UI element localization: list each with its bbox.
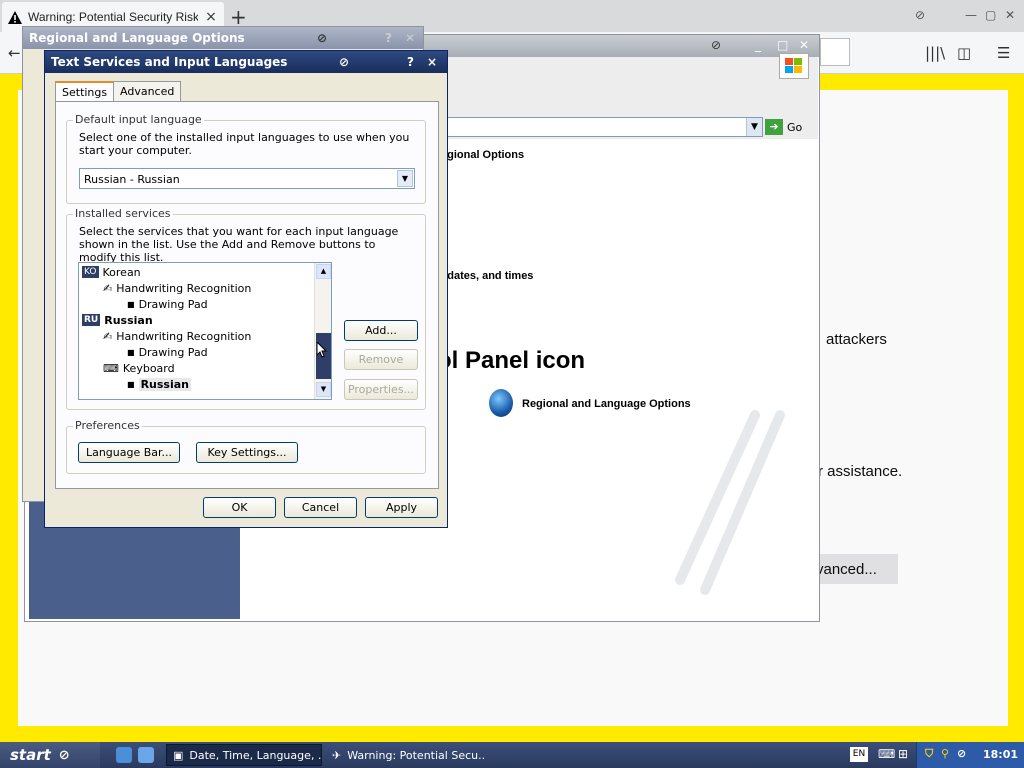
- bullet-icon: ■: [127, 347, 135, 357]
- language-bar-button[interactable]: Language Bar...: [78, 442, 180, 463]
- go-button[interactable]: ➔ Go: [765, 119, 802, 135]
- task-regional-options[interactable]: egional Options: [441, 149, 524, 161]
- add-button[interactable]: Add...: [344, 320, 418, 341]
- language-indicator[interactable]: EN: [850, 747, 868, 762]
- back-icon[interactable]: ←: [8, 44, 21, 62]
- clock: 18:01: [983, 748, 1019, 761]
- tree-item-russian[interactable]: RU Russian: [82, 312, 153, 328]
- ie-icon[interactable]: [116, 747, 132, 763]
- no-entry-icon[interactable]: ⊘: [957, 747, 966, 760]
- tab-close-icon[interactable]: ×: [204, 9, 218, 25]
- globe-icon[interactable]: [489, 389, 513, 417]
- tree-item-drawing-pad[interactable]: ■ Drawing Pad: [127, 344, 208, 360]
- bullet-icon: ■: [127, 379, 135, 389]
- minimize-icon[interactable]: _: [755, 38, 761, 52]
- task-dates-times[interactable]: s, dates, and times: [435, 270, 533, 282]
- dialog-title: Text Services and Input Languages: [51, 55, 288, 69]
- sidebar-icon[interactable]: ◫: [957, 44, 971, 62]
- close-icon[interactable]: ✕: [799, 38, 809, 52]
- address-bar[interactable]: ▼: [445, 117, 763, 137]
- restore-icon[interactable]: ▢: [985, 8, 996, 22]
- system-tray: ⛉ ⚲ ⊘ 18:01: [916, 742, 1024, 768]
- no-entry-icon: ⊘: [339, 55, 350, 69]
- address-dropdown-icon[interactable]: ▼: [746, 118, 762, 136]
- tree-item-handwriting[interactable]: ✍ Handwriting Recognition: [103, 328, 251, 344]
- ok-button[interactable]: OK: [203, 497, 276, 518]
- close-icon[interactable]: ✕: [1005, 8, 1015, 22]
- bullet-icon: ■: [127, 299, 135, 309]
- key-settings-button[interactable]: Key Settings...: [196, 442, 298, 463]
- tree-scrollbar[interactable]: ▲ ▼: [314, 263, 331, 399]
- scroll-down-icon[interactable]: ▼: [316, 382, 331, 397]
- apply-button[interactable]: Apply: [365, 497, 438, 518]
- tree-item-drawing-pad[interactable]: ■ Drawing Pad: [127, 296, 208, 312]
- start-label: start: [10, 746, 51, 764]
- no-entry-icon: ⊘: [317, 31, 328, 45]
- installed-services-description: Select the services that you want for ea…: [79, 225, 399, 264]
- tree-item-handwriting[interactable]: ✍ Handwriting Recognition: [103, 280, 251, 296]
- keyboard-icon: ⌨: [103, 361, 119, 375]
- maximize-icon[interactable]: □: [777, 38, 788, 52]
- search-icon[interactable]: ⚲: [941, 747, 949, 760]
- language-tag-korean: KO: [82, 266, 99, 278]
- regional-dialog-titlebar: Regional and Language Options ⊘ ? ✕: [23, 27, 423, 49]
- default-language-value: Russian - Russian: [84, 173, 180, 186]
- services-tree[interactable]: KO Korean ✍ Handwriting Recognition ■ Dr…: [78, 262, 332, 400]
- folder-icon: ▣: [173, 748, 184, 762]
- default-input-description: Select one of the installed input langua…: [79, 131, 410, 157]
- watermark-graphic: [675, 410, 785, 595]
- tab-advanced[interactable]: Advanced: [113, 81, 182, 101]
- tab-settings[interactable]: Settings: [55, 81, 115, 103]
- url-bar[interactable]: [820, 38, 850, 66]
- page-text-assistance: r assistance.: [818, 463, 903, 480]
- default-language-select[interactable]: Russian - Russian ▼: [79, 168, 415, 189]
- keyboard-icon[interactable]: ⌨: [878, 747, 895, 761]
- start-button[interactable]: start ⊘: [0, 742, 100, 768]
- dialog-titlebar: Text Services and Input Languages ⊘ ? ×: [45, 51, 447, 73]
- page-text-attackers: attackers: [826, 331, 887, 348]
- browser-icon: ✈: [332, 748, 342, 762]
- minimize-icon[interactable]: —: [965, 8, 977, 22]
- go-label: Go: [787, 120, 803, 134]
- scroll-up-icon[interactable]: ▲: [316, 264, 331, 279]
- properties-button[interactable]: Properties...: [344, 379, 418, 400]
- mouse-cursor-icon: [317, 342, 327, 358]
- regional-dialog-title: Regional and Language Options: [29, 31, 245, 45]
- preferences-label: Preferences: [73, 419, 142, 432]
- tree-item-keyboard[interactable]: ⌨ Keyboard: [103, 360, 175, 376]
- taskbar: start ⊘ ▣ Date, Time, Language, ... ✈ Wa…: [0, 742, 1024, 768]
- settings-panel: Default input language Select one of the…: [55, 101, 439, 489]
- tab-title: Warning: Potential Security Risk A: [28, 10, 198, 24]
- heading-control-panel-icon: ol Panel icon: [437, 347, 586, 374]
- cancel-button[interactable]: Cancel: [284, 497, 357, 518]
- tree-item-russian-keyboard[interactable]: ■ Russian: [127, 376, 191, 392]
- installed-services-label: Installed services: [73, 207, 173, 220]
- library-icon[interactable]: |||\: [925, 44, 945, 62]
- shield-icon[interactable]: ⛉: [925, 747, 933, 761]
- help-icon[interactable]: ?: [385, 31, 392, 45]
- pen-icon: ✍: [103, 329, 113, 343]
- remove-button[interactable]: Remove: [344, 349, 418, 370]
- no-entry-icon: ⊘: [915, 8, 926, 22]
- go-arrow-icon: ➔: [765, 119, 783, 135]
- no-entry-icon: ⊘: [711, 38, 722, 52]
- warning-icon: [8, 10, 22, 24]
- text-services-dialog: Text Services and Input Languages ⊘ ? × …: [44, 50, 448, 528]
- pen-icon: ✍: [103, 281, 113, 295]
- close-button[interactable]: ×: [427, 55, 437, 69]
- language-tag-russian: RU: [82, 314, 101, 326]
- menu-icon[interactable]: ☰: [997, 44, 1010, 62]
- default-input-group: Default input language Select one of the…: [66, 113, 426, 204]
- default-input-label: Default input language: [73, 113, 204, 126]
- chevron-down-icon[interactable]: ▼: [397, 170, 413, 187]
- task-button-browser[interactable]: ✈ Warning: Potential Secu...: [326, 744, 484, 766]
- tree-item-korean[interactable]: KO Korean: [82, 264, 141, 280]
- close-icon[interactable]: ✕: [405, 31, 415, 45]
- help-button[interactable]: ?: [407, 55, 414, 69]
- no-entry-icon: ⊘: [58, 747, 70, 763]
- task-button-control-panel[interactable]: ▣ Date, Time, Language, ...: [166, 744, 322, 766]
- language-bar-icon[interactable]: ⊞: [898, 747, 908, 761]
- ie-icon[interactable]: [138, 747, 154, 763]
- windows-logo-icon: [779, 53, 809, 79]
